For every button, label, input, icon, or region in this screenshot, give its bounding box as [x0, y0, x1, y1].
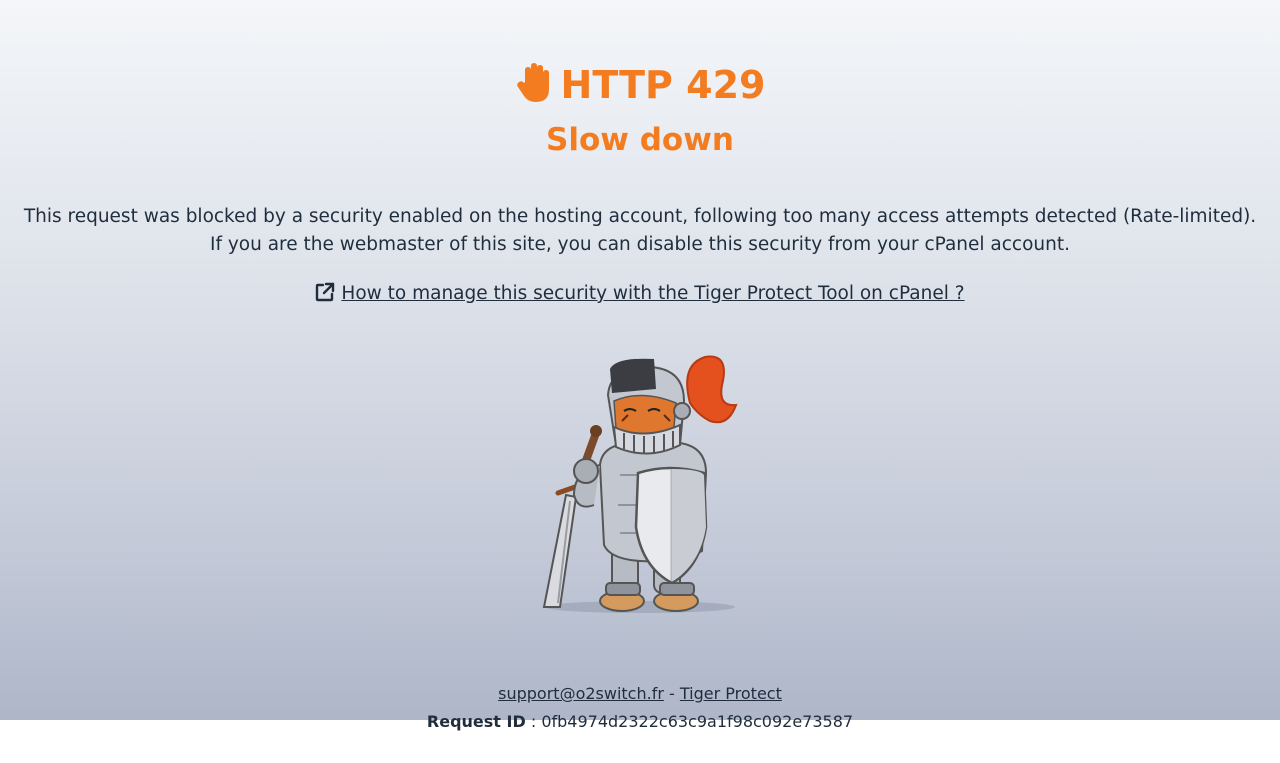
message-line-2: If you are the webmaster of this site, y…	[210, 234, 1070, 255]
help-link-row: How to manage this security with the Tig…	[0, 280, 1280, 308]
message-line-1: This request was blocked by a security e…	[23, 206, 1257, 227]
tiger-protect-help-link[interactable]: How to manage this security with the Tig…	[341, 283, 964, 304]
hand-stop-icon	[515, 62, 553, 104]
request-id-row: Request ID : 0fb4974d2322c63c9a1f98c092e…	[0, 710, 1280, 734]
block-message: This request was blocked by a security e…	[0, 203, 1280, 259]
request-id-label: Request ID	[426, 712, 526, 731]
page-subtitle: Slow down	[546, 122, 734, 158]
title-text: HTTP 429	[560, 63, 766, 107]
knight-tiger-illustration	[530, 345, 750, 630]
tiger-protect-link[interactable]: Tiger Protect	[680, 684, 782, 703]
request-id-value: 0fb4974d2322c63c9a1f98c092e73587	[541, 712, 854, 731]
footer-separator: -	[669, 684, 675, 703]
request-id-separator: :	[530, 712, 537, 731]
page-background: HTTP 429 Slow down This request was bloc…	[0, 0, 1280, 720]
external-link-icon	[315, 282, 335, 302]
page-title: HTTP 429	[0, 62, 1280, 108]
footer-links: support@o2switch.fr - Tiger Protect	[0, 682, 1280, 706]
support-email-link[interactable]: support@o2switch.fr	[498, 684, 664, 703]
